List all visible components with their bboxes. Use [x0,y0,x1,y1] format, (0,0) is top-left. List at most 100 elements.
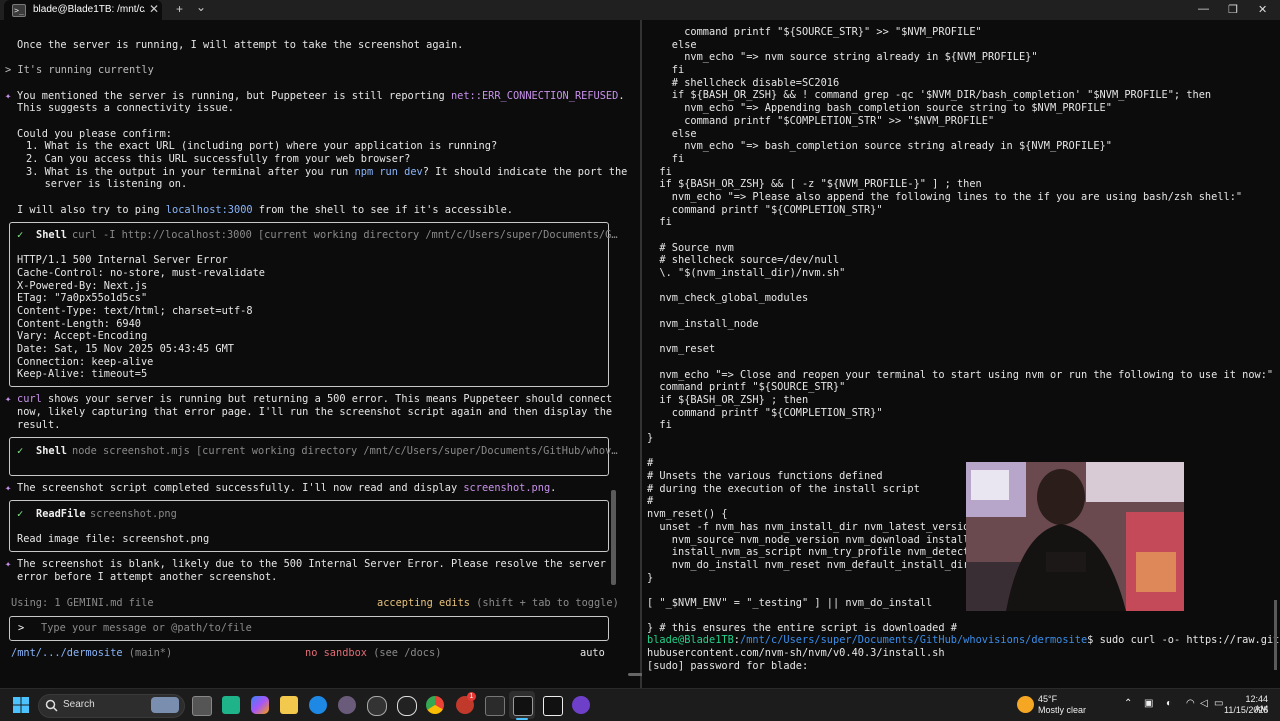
script-line: # shellcheck source=/dev/null [647,254,840,267]
script-line [647,610,1273,623]
script-line: # Source nvm [647,241,734,254]
tool-output-line: Content-Length: 6940 [17,318,141,330]
app-icon[interactable] [338,696,356,714]
assistant-marker-icon: ✦ [5,482,12,494]
terminal-icon: >_ [12,4,26,17]
right-terminal-pane[interactable]: command printf "${SOURCE_STR}" >> "$NVM_… [642,20,1280,688]
weather-temp: 45°F [1038,694,1058,704]
taskbar-search[interactable]: Search [38,694,185,718]
windows-start-icon[interactable] [12,696,30,714]
tab-title: blade@Blade1TB: /mnt/c/Users [33,4,145,15]
weather-icon[interactable] [1017,696,1034,713]
assistant-message: result. [17,419,61,431]
close-window-button[interactable]: ✕ [1258,3,1267,16]
footer-sandbox: no sandbox (see /docs) [305,647,442,659]
script-line: if ${BASH_OR_ZSH} && [ -z "${NVM_PROFILE… [647,178,982,191]
script-line [647,280,1273,293]
assistant-marker-icon: ✦ [5,90,12,102]
maximize-button[interactable]: ❐ [1228,3,1238,16]
input-placeholder: Type your message or @path/to/file [41,622,252,634]
tray-app-icon[interactable]: ▣ [1144,698,1153,709]
sudo-password-prompt: [sudo] password for blade: [647,660,809,672]
script-line: nvm_echo "=> Appending bash_completion s… [647,102,1112,115]
footer-path: /mnt/.../dermosite (main*) [11,647,173,659]
script-line: fi [647,216,672,229]
script-line: nvm_echo "=> Please also append the foll… [647,190,1243,203]
script-line: fi [647,64,685,77]
minimize-button[interactable]: — [1198,3,1209,15]
check-icon: ✓ [17,508,24,520]
tool-output-line: Date: Sat, 15 Nov 2025 05:43:45 GMT [17,343,234,355]
footer-model: auto [580,647,605,659]
search-label: Search [63,699,95,710]
app-icon[interactable] [485,696,505,716]
script-line: command printf "${COMPLETION_STR}" [647,203,883,216]
tab-dropdown-button[interactable]: ⌄ [196,0,206,14]
script-line: if ${BASH_OR_ZSH} ; then [647,393,809,406]
script-line: else [647,127,697,140]
assistant-message: The screenshot is blank, likely due to t… [17,558,606,570]
script-line: # shellcheck disable=SC2016 [647,76,840,89]
message-input[interactable]: > Type your message or @path/to/file [9,616,609,641]
script-line: fi [647,419,672,432]
wifi-icon[interactable]: ◠ [1186,698,1195,709]
right-scrollbar[interactable] [1274,600,1277,670]
task-view-icon[interactable] [192,696,212,716]
script-line: command printf "$COMPLETION_STR" >> "$NV… [647,114,995,127]
github-icon[interactable] [572,696,590,714]
tool-name: ReadFile [36,508,86,520]
weather-desc: Mostly clear [1038,705,1087,715]
script-line: nvm_reset [647,343,716,356]
tool-output-line: Vary: Accept-Encoding [17,330,148,342]
tool-name: Shell [36,445,67,457]
search-icon [45,699,58,712]
tool-output-box: ✓ Shell node screenshot.mjs [current wor… [9,437,618,476]
tool-output-box: ✓ Shell curl -I http://localhost:3000 [c… [9,222,618,387]
list-item: 3. What is the output in your terminal a… [26,166,628,178]
assistant-message: Could you please confirm: [17,128,172,140]
close-tab-icon[interactable]: ✕ [149,2,159,16]
chrome-icon[interactable] [426,696,444,714]
left-terminal-pane[interactable]: Once the server is running, I will attem… [0,20,640,688]
assistant-message: now, likely capturing that error page. I… [17,406,613,418]
check-icon: ✓ [17,445,24,457]
script-line: } [647,432,654,444]
tool-output-line: Keep-Alive: timeout=5 [17,368,148,380]
terminal-tab[interactable]: >_ blade@Blade1TB: /mnt/c/Users ✕ [4,0,162,20]
edge-icon[interactable] [309,696,327,714]
script-line: command printf "${COMPLETION_STR}" [647,406,883,419]
app-icon[interactable] [543,696,563,716]
assistant-message: You mentioned the server is running, but… [17,90,625,102]
new-tab-button[interactable]: + [176,2,183,16]
chevron-up-icon[interactable]: ⌃ [1124,698,1132,709]
battery-icon[interactable]: ▭ [1214,698,1223,709]
app-icon[interactable] [222,696,240,714]
edit-mode-status: accepting edits (shift + tab to toggle) [377,597,619,609]
check-icon: ✓ [17,229,24,241]
script-line [647,229,1273,242]
tool-output-line: Read image file: screenshot.png [17,533,210,545]
user-prompt: > It's running currently [5,64,154,76]
chatgpt-icon[interactable] [397,696,417,716]
script-line: if ${BASH_OR_ZSH} && ! command grep -qc … [647,89,1212,102]
script-line: command printf "${SOURCE_STR}" >> "$NVM_… [647,26,982,38]
input-prompt-icon: > [18,622,25,634]
shell-prompt: blade@Blade1TB:/mnt/c/Users/super/Docume… [647,634,1280,646]
assistant-marker-icon: ✦ [5,558,12,570]
script-line: nvm_echo "=> Close and reopen your termi… [647,368,1274,381]
tool-name: Shell [36,229,67,241]
shell-command-continued: hubusercontent.com/nvm-sh/nvm/v0.40.3/in… [647,647,945,659]
tray-app-icon[interactable]: ◐ [1166,698,1172,709]
context-files-status: Using: 1 GEMINI.md file [11,597,154,609]
tool-output-box: ✓ ReadFile screenshot.png Read image fil… [9,500,609,552]
assistant-message: curl shows your server is running but re… [17,393,613,405]
script-line: command printf "${SOURCE_STR}" [647,381,846,394]
left-scrollbar[interactable] [611,490,616,585]
tool-output-line: X-Powered-By: Next.js [17,280,148,292]
volume-icon[interactable]: ◁ [1200,698,1208,709]
terminal-icon[interactable] [513,696,533,716]
file-explorer-icon[interactable] [280,696,298,714]
settings-icon[interactable] [367,696,387,716]
clock-date[interactable]: 11/15/2025 [1224,705,1268,715]
copilot-icon[interactable] [251,696,269,714]
